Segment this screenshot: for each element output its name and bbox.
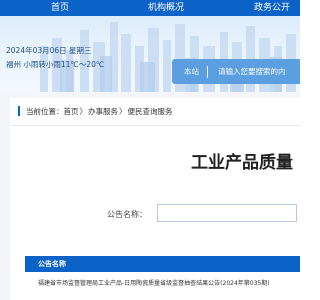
table-header: 公告名称 bbox=[25, 256, 300, 272]
site-search-box[interactable]: 本站 请输入您要搜索的内 bbox=[172, 59, 300, 84]
search-input[interactable]: 请输入您要搜索的内 bbox=[218, 66, 286, 77]
breadcrumb-separator: 〉 bbox=[119, 106, 127, 116]
table-row[interactable]: 福建省市场监督管理局工业产品-日用陶瓷质量省级监督抽查结果公告(2024年第03… bbox=[25, 275, 300, 291]
announcement-name-input[interactable] bbox=[157, 204, 297, 222]
column-header-name: 公告名称 bbox=[38, 260, 66, 268]
search-scope-selector[interactable]: 本站 bbox=[184, 66, 199, 77]
breadcrumb-link-query[interactable]: 便民查询服务 bbox=[128, 106, 173, 117]
announcement-name-label: 公告名称： bbox=[107, 210, 147, 219]
breadcrumb: 当前位置： 首页 〉 办事服务 〉 便民查询服务 bbox=[10, 105, 173, 117]
search-divider bbox=[207, 65, 208, 78]
nav-item-home[interactable]: 首页 bbox=[51, 2, 69, 14]
main-content: 当前位置： 首页 〉 办事服务 〉 便民查询服务 工业产品质量 公告名称： 公告… bbox=[0, 92, 300, 300]
breadcrumb-link-home[interactable]: 首页 bbox=[64, 106, 79, 117]
nav-item-government-affairs[interactable]: 政务公开 bbox=[254, 2, 290, 14]
breadcrumb-divider bbox=[10, 125, 300, 126]
announcement-link[interactable]: 福建省市场监督管理局工业产品-日用陶瓷质量省级监督抽查结果公告(2024年第03… bbox=[38, 278, 270, 287]
nav-item-organization[interactable]: 机构概况 bbox=[148, 2, 184, 14]
breadcrumb-prefix: 当前位置： bbox=[26, 106, 64, 116]
breadcrumb-marker bbox=[18, 106, 20, 116]
breadcrumb-separator: 〉 bbox=[79, 106, 88, 116]
header-banner: 2024年03月06日 星期三 福州 小雨转小雨11℃～20℃ 本站 请输入您要… bbox=[0, 16, 300, 92]
current-date: 2024年03月06日 星期三 bbox=[6, 46, 92, 55]
page-title: 工业产品质量 bbox=[191, 153, 293, 173]
top-nav: 首页 机构概况 政务公开 bbox=[0, 0, 300, 16]
weather-info: 福州 小雨转小雨11℃～20℃ bbox=[6, 60, 105, 69]
breadcrumb-link-services[interactable]: 办事服务 bbox=[88, 106, 118, 117]
